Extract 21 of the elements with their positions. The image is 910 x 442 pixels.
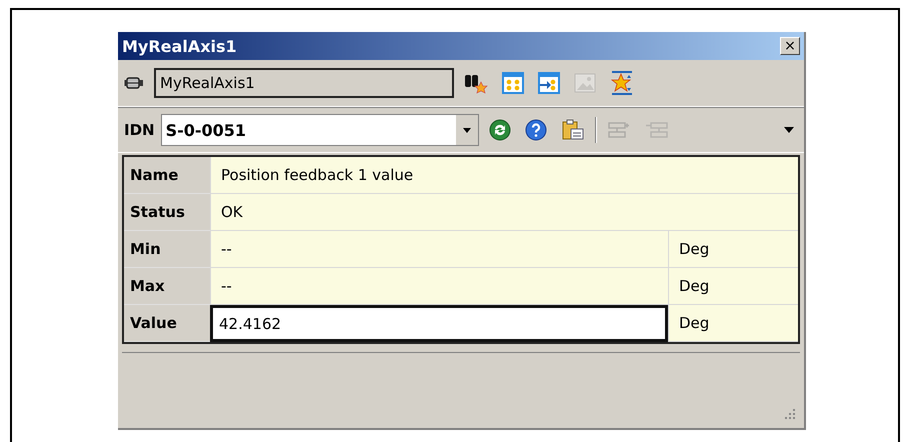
window-title: MyRealAxis1: [122, 36, 237, 56]
unit-label: Deg: [668, 268, 798, 305]
cylinder-icon: [124, 76, 144, 90]
property-label: Min: [124, 231, 210, 268]
idn-dropdown[interactable]: S-0-0051: [160, 114, 479, 146]
object-name-field[interactable]: MyRealAxis1: [154, 68, 454, 98]
unit-label: Deg: [668, 305, 798, 342]
dropdown-caret-icon: [462, 128, 471, 132]
property-value: --: [210, 231, 668, 268]
property-value: OK: [210, 194, 798, 231]
dropdown-caret-icon: [784, 127, 794, 133]
property-label: Name: [124, 157, 210, 194]
close-button[interactable]: ×: [780, 37, 800, 55]
property-label: Status: [124, 194, 210, 231]
unit-label: Deg: [668, 231, 798, 268]
resize-grip-icon: [784, 408, 796, 420]
property-label: Value: [124, 305, 210, 342]
idn-label: IDN: [124, 121, 155, 139]
value-input-field[interactable]: 42.4162: [210, 305, 668, 342]
property-value: Position feedback 1 value: [210, 157, 798, 194]
property-label: Max: [124, 268, 210, 305]
